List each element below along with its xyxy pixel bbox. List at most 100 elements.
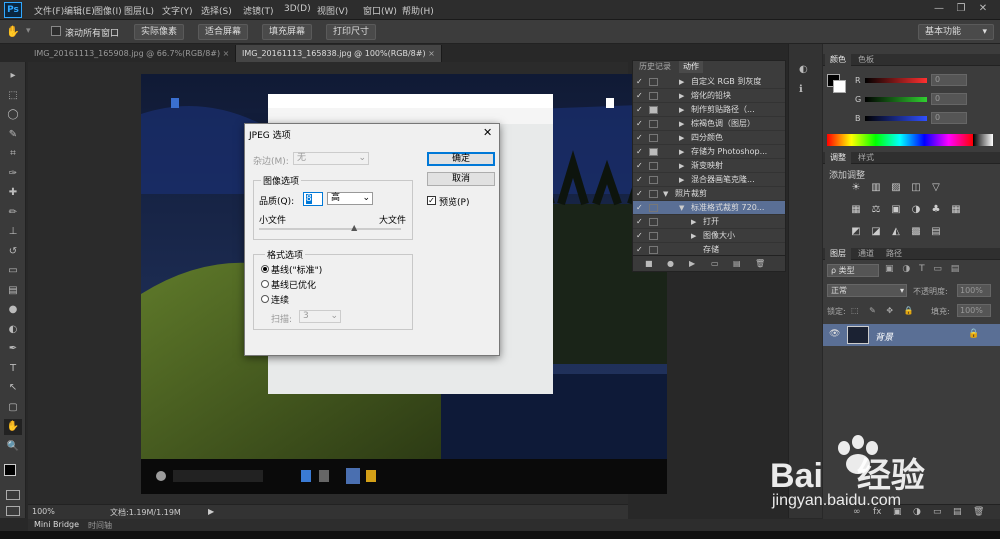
dialog-toggle-icon[interactable]	[649, 78, 658, 86]
workspace-select[interactable]: 基本功能 ▾	[918, 24, 994, 40]
baseline-standard-radio[interactable]	[261, 265, 269, 273]
gradient-map-icon[interactable]: ▩	[909, 226, 923, 238]
expand-triangle-icon[interactable]: ▶	[691, 229, 701, 242]
color-spectrum[interactable]	[827, 134, 973, 146]
history-brush-icon[interactable]: ↺	[4, 244, 22, 260]
expand-triangle-icon[interactable]: ▶	[679, 145, 689, 158]
tab-paths[interactable]: 路径	[881, 248, 907, 260]
dialog-toggle-icon[interactable]	[649, 120, 658, 128]
tab-mini-bridge[interactable]: Mini Bridge	[34, 520, 79, 529]
grayscale-ramp[interactable]	[973, 134, 993, 146]
curves-icon[interactable]: ▨	[889, 182, 903, 194]
expand-triangle-icon[interactable]: ▼	[663, 187, 673, 200]
layer-filter-icons[interactable]: ▣ ◑ T ▭ ▤	[885, 264, 962, 274]
path-select-icon[interactable]: ↖	[4, 380, 22, 396]
actual-pixels-button[interactable]: 实际像素	[134, 24, 185, 40]
dialog-toggle-icon[interactable]	[649, 218, 658, 226]
zoom-icon[interactable]: 🔍	[4, 439, 22, 455]
vibrance-icon[interactable]: ▽	[929, 182, 943, 194]
ok-button[interactable]: 确定	[427, 152, 495, 166]
color-balance-icon[interactable]: ⚖	[869, 204, 883, 216]
quality-slider-thumb[interactable]: ▲	[351, 223, 358, 233]
lock-icons[interactable]: ⬚ ✎ ✥ 🔒	[851, 306, 918, 315]
tab-document-2[interactable]: IMG_20161113_165838.jpg @ 100%(RGB/8#) ×	[236, 45, 442, 62]
screen-mode-icon[interactable]	[6, 506, 20, 516]
channel-value-input[interactable]: 0	[931, 93, 967, 105]
brush-icon[interactable]: ✏	[4, 205, 22, 221]
posterize-icon[interactable]: ◪	[869, 226, 883, 238]
zoom-level[interactable]: 100%	[32, 507, 55, 516]
tab-timeline[interactable]: 时间轴	[88, 520, 112, 531]
brightness-icon[interactable]: ☀	[849, 182, 863, 194]
fit-screen-button[interactable]: 适合屏幕	[198, 24, 249, 40]
fill-input[interactable]: 100%	[957, 304, 991, 317]
menu-item[interactable]: 文字(Y)	[162, 4, 193, 17]
layer-row-background[interactable]: 👁 背景 🔒	[823, 324, 1000, 346]
menu-item[interactable]: 窗口(W)	[363, 4, 397, 17]
new-action-icon[interactable]: ▤	[733, 259, 741, 268]
fill-screen-button[interactable]: 填充屏幕	[262, 24, 313, 40]
play-icon[interactable]: ▶	[689, 259, 695, 268]
expand-triangle-icon[interactable]: ▶	[679, 173, 689, 186]
menu-item[interactable]: 视图(V)	[317, 4, 348, 17]
invert-icon[interactable]: ◩	[849, 226, 863, 238]
expand-triangle-icon[interactable]: ▶	[679, 75, 689, 88]
action-row[interactable]: ✓ ▶ 混合器画笔克隆...	[633, 173, 785, 187]
cancel-button[interactable]: 取消	[427, 172, 495, 186]
opacity-input[interactable]: 100%	[957, 284, 991, 297]
hand-icon[interactable]: ✋	[4, 419, 22, 435]
trash-icon[interactable]: 🗑	[755, 259, 765, 268]
menu-item[interactable]: 图像(I)	[94, 4, 122, 17]
check-icon[interactable]: ✓	[636, 75, 646, 88]
tab-document-1[interactable]: IMG_20161113_165908.jpg @ 66.7%(RGB/8#) …	[28, 45, 237, 62]
maximize-button[interactable]: ❐	[952, 2, 970, 16]
action-row[interactable]: ✓ ▶ 渐变映射	[633, 159, 785, 173]
dialog-toggle-icon[interactable]	[649, 106, 658, 114]
channel-mixer-icon[interactable]: ♣	[929, 204, 943, 216]
quality-input[interactable]: 8	[303, 192, 323, 206]
tab-channels[interactable]: 通道	[853, 248, 879, 260]
hand-tool-icon[interactable]: ✋	[6, 25, 20, 39]
quality-preset-select[interactable]: 高 ⌄	[327, 192, 373, 205]
expand-triangle-icon[interactable]: ▶	[691, 215, 701, 228]
tab-styles[interactable]: 样式	[853, 152, 879, 164]
preview-checkbox[interactable]: ✓	[427, 196, 436, 205]
photo-filter-icon[interactable]: ◑	[909, 204, 923, 216]
layer-filter-select[interactable]: ρ 类型	[827, 264, 879, 277]
dialog-toggle-icon[interactable]	[649, 92, 658, 100]
expand-triangle-icon[interactable]: ▶	[679, 103, 689, 116]
palette-icon[interactable]: ◐	[799, 64, 813, 78]
dialog-toggle-icon[interactable]	[649, 204, 658, 212]
blend-mode-select[interactable]: 正常 ▾	[827, 284, 907, 297]
action-row[interactable]: ✓ ▼ 照片裁剪	[633, 187, 785, 201]
check-icon[interactable]: ✓	[636, 145, 646, 158]
lasso-icon[interactable]: ◯	[4, 107, 22, 123]
gradient-icon[interactable]: ▤	[4, 283, 22, 299]
menu-item[interactable]: 编辑(E)	[64, 4, 95, 17]
expand-triangle-icon[interactable]: ▶	[679, 159, 689, 172]
selective-color-icon[interactable]: ▤	[929, 226, 943, 238]
dialog-toggle-icon[interactable]	[649, 232, 658, 240]
tab-layers[interactable]: 图层	[825, 248, 851, 260]
eraser-icon[interactable]: ▭	[4, 263, 22, 279]
channel-value-input[interactable]: 0	[931, 74, 967, 86]
action-row[interactable]: ✓ ▼ 标准格式裁剪 720...	[633, 201, 785, 215]
expand-triangle-icon[interactable]: ▶	[679, 117, 689, 130]
layer-name[interactable]: 背景	[875, 330, 893, 343]
close-icon[interactable]: ✕	[483, 126, 492, 139]
threshold-icon[interactable]: ◭	[889, 226, 903, 238]
action-row[interactable]: ✓ ▶ 四分颜色	[633, 131, 785, 145]
expand-triangle-icon[interactable]: ▼	[679, 201, 689, 214]
tab-adjustments[interactable]: 调整	[825, 152, 851, 164]
hue-saturation-icon[interactable]: ▦	[849, 204, 863, 216]
pen-icon[interactable]: ✒	[4, 341, 22, 357]
tab-actions[interactable]: 动作	[679, 61, 703, 73]
dialog-toggle-icon[interactable]	[649, 162, 658, 170]
channel-slider[interactable]	[865, 116, 927, 121]
close-icon[interactable]: ×	[428, 49, 435, 58]
progressive-radio[interactable]	[261, 295, 269, 303]
close-button[interactable]: ✕	[974, 2, 992, 16]
channel-value-input[interactable]: 0	[931, 112, 967, 124]
marquee-icon[interactable]: ⬚	[4, 88, 22, 104]
menu-item[interactable]: 滤镜(T)	[243, 4, 274, 17]
